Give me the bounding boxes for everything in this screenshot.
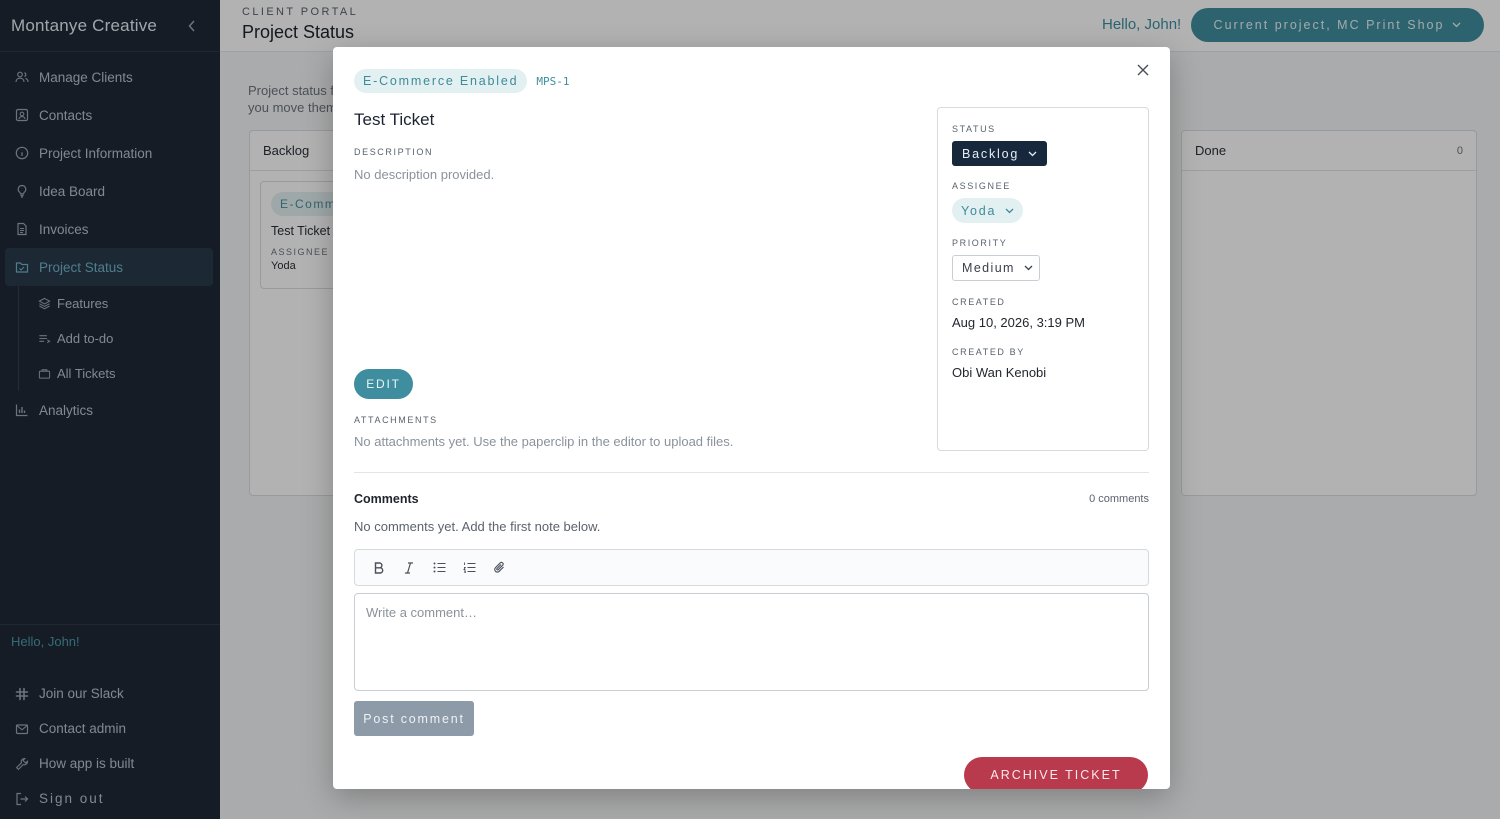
comments-count: 0 comments — [1089, 493, 1149, 505]
created-label: CREATED — [952, 297, 1006, 307]
section-divider — [354, 472, 1149, 473]
close-icon[interactable] — [1132, 59, 1154, 81]
created-by-value: Obi Wan Kenobi — [952, 365, 1047, 380]
status-dropdown[interactable]: Backlog — [952, 141, 1048, 166]
archive-ticket-button[interactable]: ARCHIVE TICKET — [964, 757, 1148, 789]
status-value: Backlog — [962, 146, 1020, 161]
edit-button[interactable]: EDIT — [354, 369, 413, 399]
comment-toolbar — [354, 549, 1149, 586]
bold-icon[interactable] — [364, 555, 394, 581]
chevron-down-icon — [1024, 265, 1033, 271]
assignee-value: Yoda — [961, 203, 997, 218]
comments-empty-text: No comments yet. Add the first note belo… — [354, 519, 601, 534]
description-text: No description provided. — [354, 167, 495, 182]
assignee-dropdown[interactable]: Yoda — [952, 198, 1024, 223]
ticket-title: Test Ticket — [354, 110, 435, 129]
created-value: Aug 10, 2026, 3:19 PM — [952, 315, 1085, 330]
italic-icon[interactable] — [394, 555, 424, 581]
description-label: DESCRIPTION — [354, 147, 434, 157]
priority-dropdown[interactable]: Medium — [952, 255, 1040, 281]
priority-value: Medium — [962, 261, 1015, 275]
priority-label: PRIORITY — [952, 238, 1008, 248]
post-comment-button[interactable]: Post comment — [354, 701, 474, 736]
feature-tag: E-Commerce Enabled — [354, 69, 528, 93]
assignee-label: ASSIGNEE — [952, 181, 1011, 191]
ticket-id: MPS-1 — [536, 74, 570, 88]
ticket-tag-row: E-Commerce Enabled MPS-1 — [354, 69, 570, 93]
created-by-label: CREATED BY — [952, 347, 1025, 357]
chevron-down-icon — [1005, 208, 1014, 214]
ticket-modal: E-Commerce Enabled MPS-1 Test Ticket DES… — [333, 47, 1170, 789]
bullet-list-icon[interactable] — [424, 555, 454, 581]
numbered-list-icon[interactable] — [454, 555, 484, 581]
ticket-meta-panel: STATUS Backlog ASSIGNEE Yoda PRIORITY Me… — [937, 107, 1149, 451]
attachments-label: ATTACHMENTS — [354, 415, 438, 425]
attachments-text: No attachments yet. Use the paperclip in… — [354, 434, 734, 449]
chevron-down-icon — [1028, 151, 1037, 157]
status-label: STATUS — [952, 124, 996, 134]
comment-input[interactable] — [354, 593, 1149, 691]
comments-title: Comments — [354, 492, 419, 506]
paperclip-icon[interactable] — [484, 555, 514, 581]
